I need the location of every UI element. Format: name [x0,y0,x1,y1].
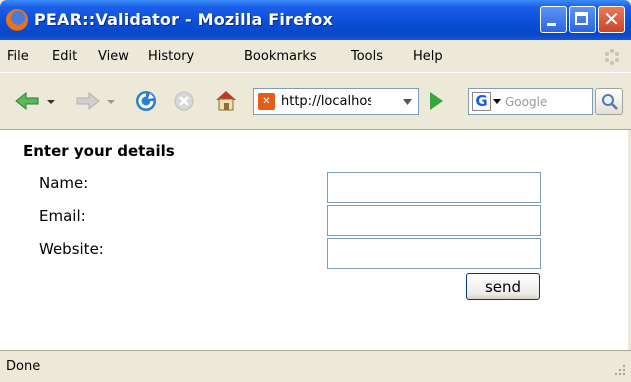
google-icon[interactable]: G [472,92,491,111]
minimize-button[interactable] [540,6,567,33]
maximize-icon [575,12,588,25]
status-bar: Done [0,350,631,382]
menu-edit[interactable]: Edit [52,49,77,64]
firefox-logo-icon [6,9,28,31]
email-field[interactable] [327,205,541,236]
forward-arrow-icon [76,91,100,111]
website-field[interactable] [327,238,541,269]
menu-bar: File Edit View History Bookmarks Tools H… [0,40,631,72]
status-text: Done [6,359,41,374]
reload-icon[interactable] [134,89,158,113]
firefox-window: PEAR::Validator - Mozilla Firefox ✕ File… [0,0,631,382]
url-bar[interactable]: ✕ http://localhos [253,88,400,115]
email-label: Email: [39,207,86,225]
name-label: Name: [39,174,89,192]
name-field[interactable] [327,172,541,203]
website-label: Website: [39,240,104,258]
menu-history[interactable]: History [148,49,194,64]
url-text[interactable]: http://localhos [281,94,371,109]
maximize-button[interactable] [569,6,596,33]
back-dropdown-icon[interactable] [46,99,56,105]
close-button[interactable]: ✕ [598,6,625,33]
forward-dropdown-icon [107,100,115,104]
form-heading: Enter your details [23,142,175,160]
throbber-icon [605,49,619,65]
search-placeholder: Google [505,95,548,109]
title-bar[interactable]: PEAR::Validator - Mozilla Firefox ✕ [0,0,631,40]
send-button[interactable]: send [466,273,540,300]
chevron-down-icon [403,99,412,105]
magnifier-icon [602,94,618,110]
search-engine-dropdown-icon[interactable] [493,99,501,104]
menu-file[interactable]: File [7,49,29,64]
search-box[interactable]: G Google [468,88,593,115]
go-icon[interactable] [430,92,443,110]
back-arrow-icon[interactable] [14,91,40,111]
close-icon: ✕ [603,7,620,31]
stop-icon [174,91,194,111]
url-history-dropdown[interactable] [397,88,419,115]
site-favicon: ✕ [258,93,275,110]
menu-bookmarks[interactable]: Bookmarks [244,49,317,64]
minimize-icon [547,23,556,26]
window-title: PEAR::Validator - Mozilla Firefox [34,10,334,29]
resize-grip-icon[interactable] [612,362,626,376]
search-button[interactable] [595,88,623,115]
menu-tools[interactable]: Tools [351,49,383,64]
home-icon[interactable] [214,89,238,111]
menu-help[interactable]: Help [413,49,443,64]
menu-view[interactable]: View [98,49,129,64]
